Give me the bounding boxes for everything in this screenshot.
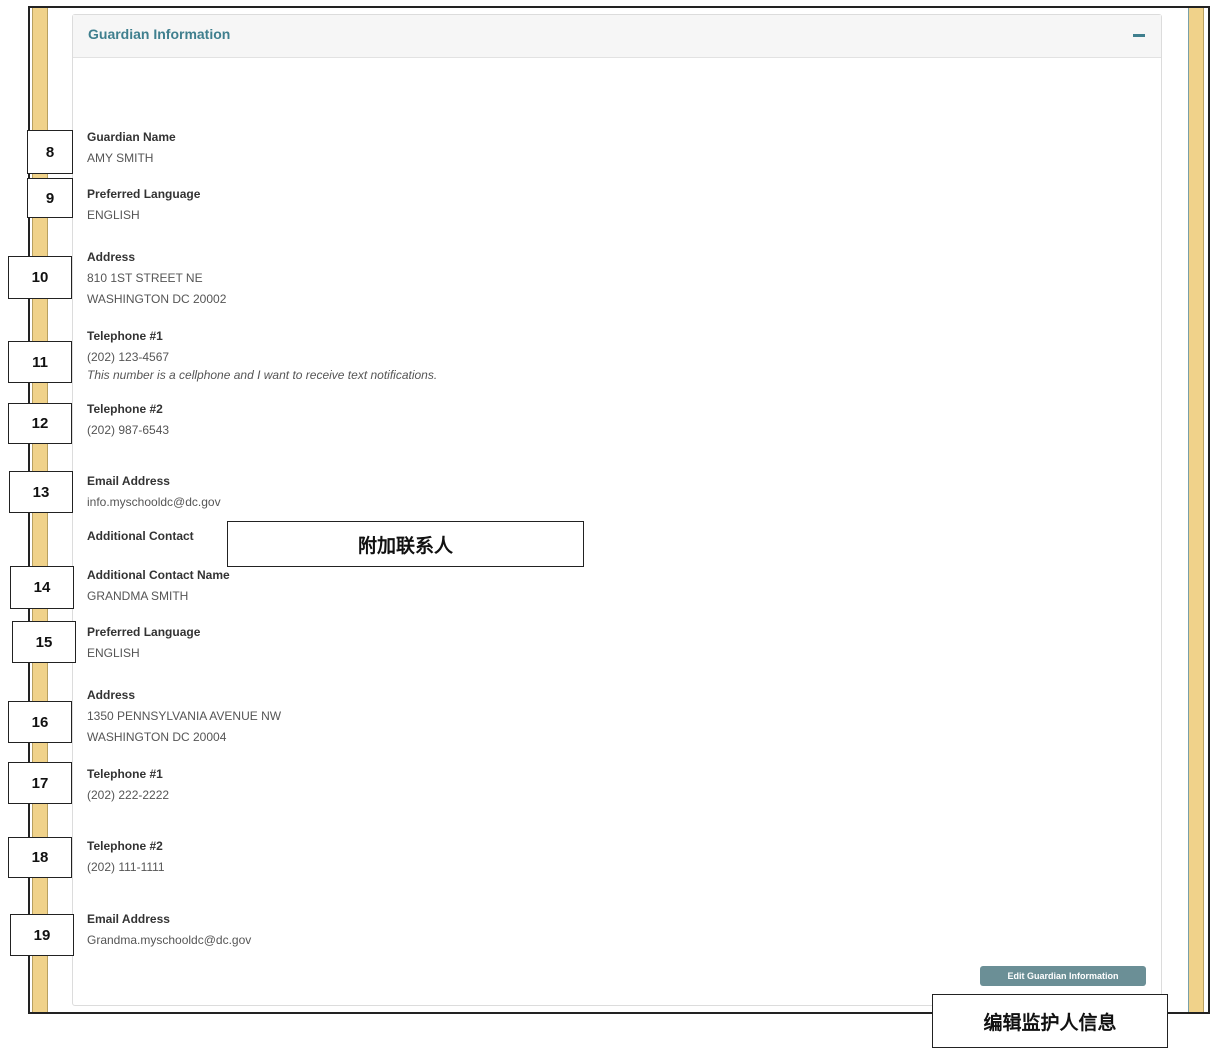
guardian-telephone1-field: Telephone #1 (202) 123-4567 This number …: [87, 326, 437, 382]
additional-email-field: Email Address Grandma.myschooldc@dc.gov: [87, 909, 251, 951]
guardian-language-label: Preferred Language: [87, 187, 201, 201]
additional-telephone1-label: Telephone #1: [87, 767, 163, 781]
guardian-email-label: Email Address: [87, 474, 170, 488]
minus-icon[interactable]: [1133, 34, 1145, 37]
additional-telephone2-field: Telephone #2 (202) 111-1111: [87, 836, 165, 878]
guardian-email-field: Email Address info.myschooldc@dc.gov: [87, 471, 221, 513]
guardian-address-label: Address: [87, 250, 136, 264]
guardian-address-field: Address 810 1ST STREET NE WASHINGTON DC …: [87, 247, 226, 310]
annotation-number-9: 9: [27, 178, 73, 218]
additional-email-label: Email Address: [87, 912, 170, 926]
additional-telephone1-value: (202) 222-2222: [87, 788, 170, 802]
additional-address-line1: 1350 PENNSYLVANIA AVENUE NW: [87, 709, 282, 723]
annotation-number-16: 16: [8, 701, 72, 743]
additional-language-value: ENGLISH: [87, 646, 140, 660]
guardian-information-panel: Guardian Information: [72, 14, 1162, 1006]
panel-header: Guardian Information: [73, 15, 1161, 58]
additional-address-label: Address: [87, 688, 136, 702]
additional-contact-name-value: GRANDMA SMITH: [87, 589, 189, 603]
guardian-language-field: Preferred Language ENGLISH: [87, 184, 200, 226]
additional-email-value: Grandma.myschooldc@dc.gov: [87, 933, 252, 947]
guardian-name-field: Guardian Name AMY SMITH: [87, 127, 176, 169]
guardian-telephone2-value: (202) 987-6543: [87, 423, 170, 437]
additional-telephone1-field: Telephone #1 (202) 222-2222: [87, 764, 169, 806]
guardian-telephone1-value: (202) 123-4567: [87, 350, 170, 364]
right-decorative-stripe: [1188, 8, 1204, 1012]
annotation-number-17: 17: [8, 762, 72, 804]
annotation-number-15: 15: [12, 621, 76, 663]
annotation-additional-contact-cn: 附加联系人: [227, 521, 584, 567]
guardian-name-label: Guardian Name: [87, 130, 176, 144]
annotation-number-13: 13: [9, 471, 73, 513]
annotation-number-8: 8: [27, 130, 73, 174]
guardian-email-value: info.myschooldc@dc.gov: [87, 495, 221, 509]
guardian-telephone2-label: Telephone #2: [87, 402, 163, 416]
annotation-number-14: 14: [10, 566, 74, 609]
additional-contact-name-label: Additional Contact Name: [87, 568, 230, 582]
additional-contact-name-field: Additional Contact Name GRANDMA SMITH: [87, 565, 230, 607]
guardian-telephone2-field: Telephone #2 (202) 987-6543: [87, 399, 169, 441]
annotation-number-12: 12: [8, 403, 72, 444]
annotation-number-19: 19: [10, 914, 74, 956]
additional-telephone2-value: (202) 111-1111: [87, 860, 165, 874]
guardian-address-line2: WASHINGTON DC 20002: [87, 292, 227, 306]
additional-language-label: Preferred Language: [87, 625, 201, 639]
additional-address-line2: WASHINGTON DC 20004: [87, 730, 227, 744]
annotation-number-10: 10: [8, 256, 72, 299]
panel-title: Guardian Information: [88, 26, 231, 42]
guardian-telephone1-label: Telephone #1: [87, 329, 163, 343]
edit-guardian-information-button[interactable]: Edit Guardian Information: [980, 966, 1146, 986]
guardian-name-value: AMY SMITH: [87, 151, 154, 165]
guardian-address-line1: 810 1ST STREET NE: [87, 271, 203, 285]
annotation-number-11: 11: [8, 341, 72, 383]
annotation-edit-guardian-cn: 编辑监护人信息: [932, 994, 1168, 1048]
additional-telephone2-label: Telephone #2: [87, 839, 163, 853]
guardian-language-value: ENGLISH: [87, 208, 140, 222]
additional-address-field: Address 1350 PENNSYLVANIA AVENUE NW WASH…: [87, 685, 281, 748]
annotation-number-18: 18: [8, 837, 72, 878]
additional-contact-heading: Additional Contact: [87, 529, 194, 543]
guardian-telephone1-note: This number is a cellphone and I want to…: [87, 368, 438, 382]
additional-language-field: Preferred Language ENGLISH: [87, 622, 200, 664]
